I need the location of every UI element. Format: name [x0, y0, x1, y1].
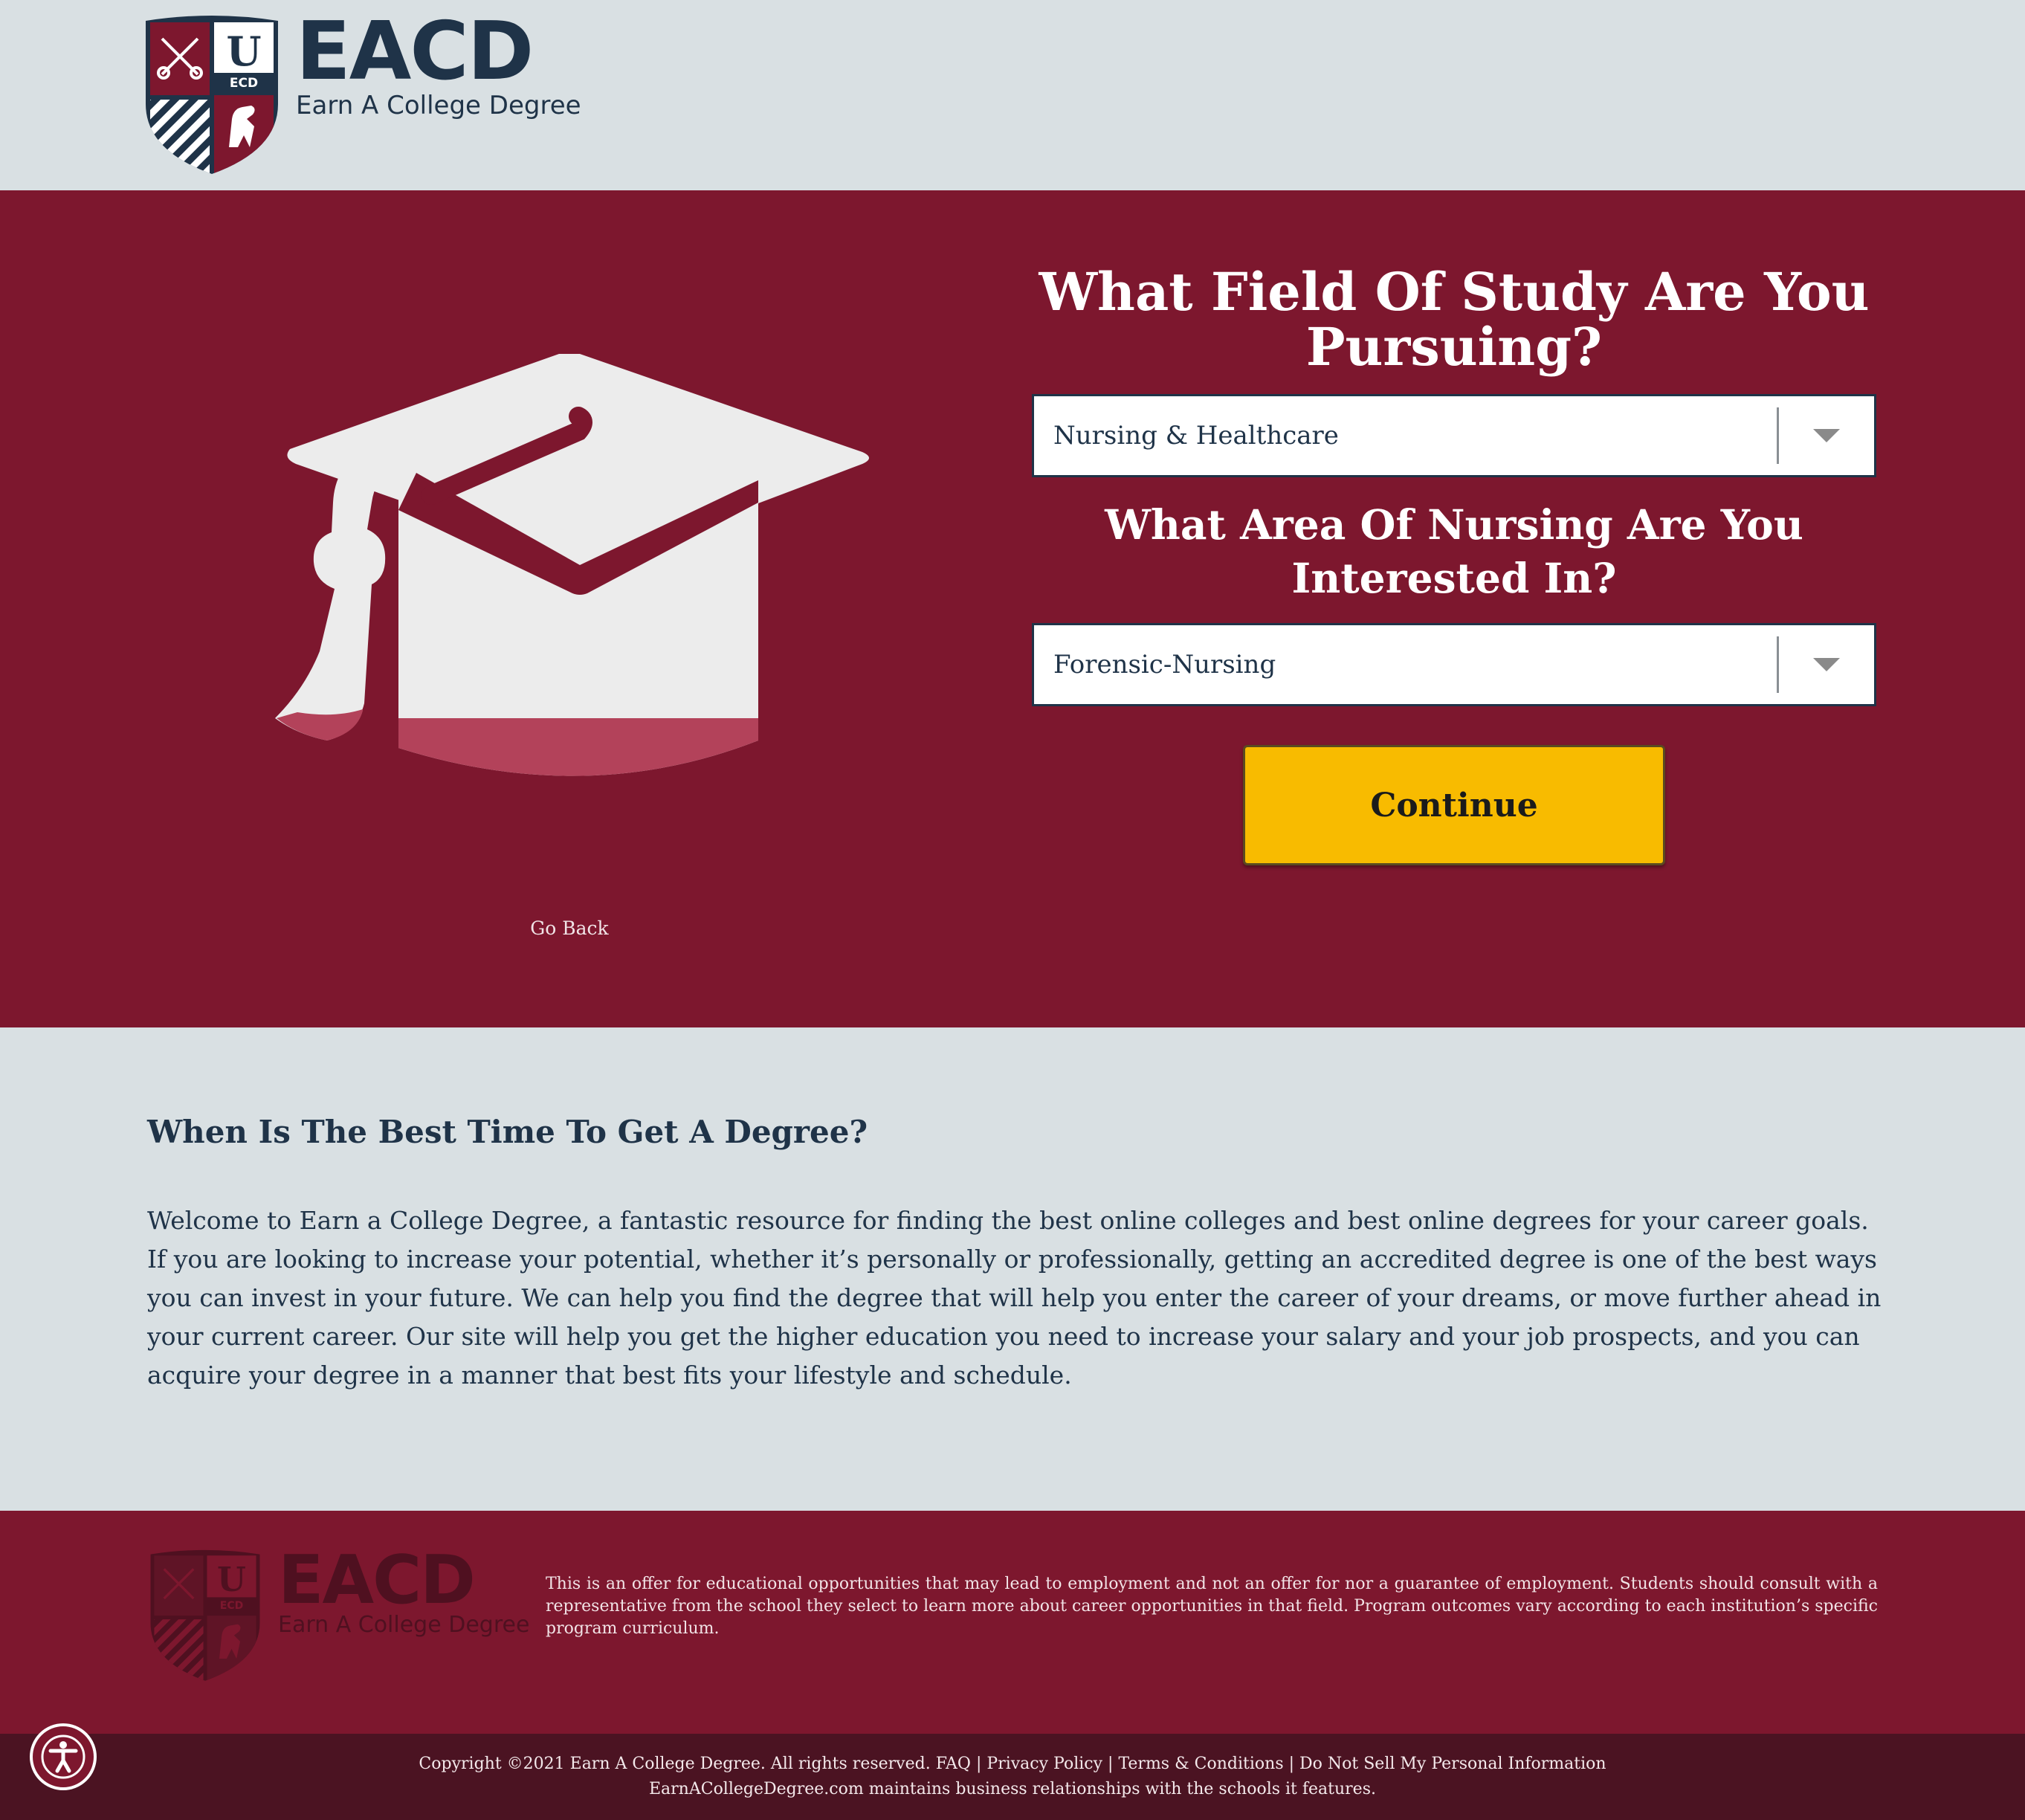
copyright-text: Copyright ©2021 Earn A College Degree. A…	[419, 1755, 931, 1773]
nursing-area-select[interactable]: Forensic-Nursing	[1032, 623, 1876, 706]
footer-disclaimer: This is an offer for educational opportu…	[546, 1575, 1878, 1638]
footer-logo-abbreviation: EACD	[278, 1541, 476, 1619]
terms-link[interactable]: Terms & Conditions	[1118, 1755, 1283, 1773]
footer-bottom-bar: Copyright ©2021 Earn A College Degree. A…	[0, 1734, 2025, 1820]
field-of-study-value: Nursing & Healthcare	[1053, 421, 1339, 451]
field-of-study-question: What Field Of Study Are You Pursuing?	[1039, 261, 1870, 378]
shield-logo-icon: U ECD	[150, 1549, 260, 1681]
link-separator: |	[1108, 1755, 1114, 1773]
svg-text:ECD: ECD	[230, 76, 258, 91]
chevron-down-icon[interactable]	[1779, 625, 1874, 704]
link-separator: |	[1288, 1755, 1295, 1773]
logo-abbreviation: EACD	[296, 5, 534, 98]
footer-logo-name: Earn A College Degree	[278, 1612, 530, 1638]
svg-text:U: U	[226, 28, 261, 75]
accessibility-button[interactable]	[30, 1723, 97, 1790]
go-back-link[interactable]: Go Back	[495, 917, 644, 939]
nursing-area-question: What Area Of Nursing Are You Interested …	[1105, 500, 1803, 602]
site-logo[interactable]: U ECD EACD Earn A College Degree	[141, 5, 581, 177]
site-header: U ECD EACD Earn A College Degree	[0, 0, 2025, 190]
footer-links-line: Copyright ©2021 Earn A College Degree. A…	[0, 1752, 2025, 1777]
faq-link[interactable]: FAQ	[936, 1755, 971, 1773]
graduation-cap-icon	[275, 354, 869, 776]
nursing-area-value: Forensic-Nursing	[1053, 650, 1276, 680]
intro-section: When Is The Best Time To Get A Degree? W…	[0, 1027, 2025, 1511]
logo-name: Earn A College Degree	[296, 91, 581, 120]
accessibility-icon	[41, 1735, 85, 1779]
site-footer: U ECD EACD Earn A College Degree This is…	[0, 1511, 2025, 1734]
privacy-policy-link[interactable]: Privacy Policy	[986, 1755, 1102, 1773]
intro-heading: When Is The Best Time To Get A Degree?	[147, 1114, 868, 1150]
svg-text:U: U	[217, 1560, 246, 1599]
intro-paragraph: Welcome to Earn a College Degree, a fant…	[147, 1206, 1882, 1390]
relationship-note: EarnACollegeDegree.com maintains busines…	[648, 1780, 1376, 1798]
footer-logo: U ECD EACD Earn A College Degree	[146, 1541, 530, 1683]
shield-logo-icon: U ECD	[146, 16, 278, 174]
do-not-sell-link[interactable]: Do Not Sell My Personal Information	[1299, 1755, 1606, 1773]
continue-button[interactable]: Continue	[1243, 745, 1665, 865]
link-separator: |	[975, 1755, 982, 1773]
hero-section: Go Back What Field Of Study Are You Purs…	[0, 190, 2025, 1027]
field-of-study-select[interactable]: Nursing & Healthcare	[1032, 394, 1876, 477]
svg-text:ECD: ECD	[220, 1600, 244, 1612]
chevron-down-icon[interactable]	[1779, 396, 1874, 475]
